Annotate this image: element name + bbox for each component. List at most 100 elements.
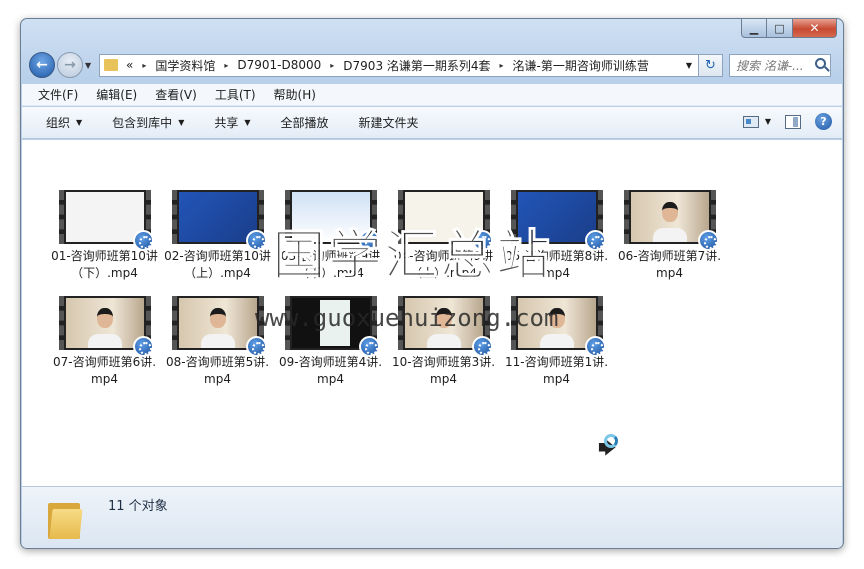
media-player-icon bbox=[132, 230, 154, 251]
maximize-button[interactable]: □ bbox=[767, 19, 793, 38]
media-player-icon bbox=[132, 336, 154, 357]
video-thumbnail bbox=[284, 296, 380, 357]
file-name: 08-咨询师班第5讲.mp4 bbox=[165, 355, 270, 386]
item-count: 11 个对象 bbox=[108, 499, 168, 514]
caret-down-icon: ▼ bbox=[76, 118, 83, 127]
file-item[interactable]: 05-咨询师班第8讲.mp4 bbox=[500, 190, 613, 282]
preview-pane-icon[interactable] bbox=[785, 114, 801, 129]
file-name: 03-咨询师班第9讲（下）.mp4 bbox=[280, 249, 381, 280]
breadcrumb-item[interactable]: D7901-D8000 bbox=[237, 58, 321, 72]
media-player-icon bbox=[358, 336, 380, 357]
file-item[interactable]: 10-咨询师班第3讲.mp4 bbox=[387, 296, 500, 388]
forward-button[interactable]: → bbox=[57, 52, 83, 78]
video-thumbnail bbox=[171, 190, 267, 251]
file-name: 05-咨询师班第8讲.mp4 bbox=[504, 249, 609, 280]
breadcrumb-item[interactable]: D7903 洺谦第一期系列4套 bbox=[343, 57, 490, 74]
breadcrumb-separator-icon[interactable]: ▸ bbox=[500, 61, 504, 70]
media-player-icon bbox=[584, 230, 606, 251]
file-name: 06-咨询师班第7讲.mp4 bbox=[617, 249, 722, 280]
organize-label: 组织 bbox=[46, 116, 71, 130]
video-thumbnail bbox=[397, 190, 493, 251]
search-placeholder: 搜索 洺谦-... bbox=[736, 58, 804, 73]
breadcrumb-overflow[interactable]: « bbox=[126, 58, 133, 72]
video-thumbnail bbox=[284, 190, 380, 251]
media-player-icon bbox=[245, 336, 267, 357]
file-item[interactable]: 11-咨询师班第1讲.mp4 bbox=[500, 296, 613, 388]
view-controls: ▼ ? bbox=[742, 113, 832, 130]
window-controls: ▁ □ ✕ bbox=[741, 19, 837, 38]
explorer-window: ▁ □ ✕ ← → ▼ « ▸ 国学资料馆 ▸ D7901-D8000 ▸ D7… bbox=[20, 18, 844, 549]
share-button[interactable]: 共享 ▼ bbox=[214, 114, 250, 131]
breadcrumb-separator-icon[interactable]: ▸ bbox=[330, 61, 334, 70]
large-folder-icon bbox=[48, 499, 83, 539]
caret-down-icon: ▼ bbox=[178, 118, 185, 127]
video-thumbnail bbox=[397, 296, 493, 357]
media-player-icon bbox=[584, 336, 606, 357]
file-item[interactable]: 06-咨询师班第7讲.mp4 bbox=[613, 190, 726, 282]
file-name: 02-咨询师班第10讲（上）.mp4 bbox=[164, 249, 271, 280]
breadcrumb-item[interactable]: 洺谦-第一期咨询师训练营 bbox=[513, 57, 649, 74]
file-item[interactable]: 04-咨询师班第9讲（上）.mp4 bbox=[387, 190, 500, 282]
file-item[interactable]: 07-咨询师班第6讲.mp4 bbox=[48, 296, 161, 388]
breadcrumb-item[interactable]: 国学资料馆 bbox=[155, 57, 215, 74]
menu-tools[interactable]: 工具(T) bbox=[215, 86, 256, 103]
refresh-button[interactable]: ↻ bbox=[699, 53, 723, 77]
address-dropdown-icon[interactable]: ▼ bbox=[686, 61, 692, 70]
file-name: 07-咨询师班第6讲.mp4 bbox=[52, 355, 157, 386]
file-name: 04-咨询师班第9讲（上）.mp4 bbox=[393, 249, 494, 280]
search-input[interactable]: 搜索 洺谦-... bbox=[729, 53, 831, 77]
file-name: 11-咨询师班第1讲.mp4 bbox=[504, 355, 609, 386]
history-dropdown-icon[interactable]: ▼ bbox=[85, 61, 95, 70]
details-pane: 11 个对象 bbox=[22, 486, 842, 548]
menu-bar: 文件(F) 编辑(E) 查看(V) 工具(T) 帮助(H) bbox=[22, 84, 842, 106]
new-folder-button[interactable]: 新建文件夹 bbox=[359, 114, 419, 131]
file-name: 09-咨询师班第4讲.mp4 bbox=[278, 355, 383, 386]
busy-spinner-icon bbox=[604, 434, 618, 448]
back-button[interactable]: ← bbox=[29, 52, 55, 78]
file-item[interactable]: 09-咨询师班第4讲.mp4 bbox=[274, 296, 387, 388]
menu-view[interactable]: 查看(V) bbox=[155, 86, 197, 103]
video-thumbnail bbox=[58, 296, 154, 357]
video-thumbnail bbox=[58, 190, 154, 251]
menu-edit[interactable]: 编辑(E) bbox=[96, 86, 137, 103]
file-item[interactable]: 08-咨询师班第5讲.mp4 bbox=[161, 296, 274, 388]
menu-file[interactable]: 文件(F) bbox=[38, 86, 78, 103]
play-all-button[interactable]: 全部播放 bbox=[281, 114, 329, 131]
file-item[interactable]: 01-咨询师班第10讲（下）.mp4 bbox=[48, 190, 161, 282]
include-library-button[interactable]: 包含到库中 ▼ bbox=[112, 114, 184, 131]
change-view-icon[interactable] bbox=[742, 115, 759, 128]
video-thumbnail bbox=[510, 190, 606, 251]
file-name: 01-咨询师班第10讲（下）.mp4 bbox=[51, 249, 158, 280]
video-thumbnail bbox=[623, 190, 719, 251]
search-icon[interactable] bbox=[815, 57, 826, 69]
media-player-icon bbox=[471, 230, 493, 251]
minimize-button[interactable]: ▁ bbox=[741, 19, 767, 38]
menu-help[interactable]: 帮助(H) bbox=[274, 86, 316, 103]
organize-button[interactable]: 组织 ▼ bbox=[46, 114, 82, 131]
breadcrumb-separator-icon[interactable]: ▸ bbox=[224, 61, 228, 70]
video-thumbnail bbox=[171, 296, 267, 357]
close-button[interactable]: ✕ bbox=[793, 19, 837, 38]
caret-down-icon: ▼ bbox=[244, 118, 251, 127]
command-bar: 组织 ▼ 包含到库中 ▼ 共享 ▼ 全部播放 新建文件夹 ▼ ? bbox=[22, 107, 842, 139]
breadcrumb-separator-icon[interactable]: ▸ bbox=[142, 61, 146, 70]
help-icon[interactable]: ? bbox=[815, 113, 832, 130]
media-player-icon bbox=[471, 336, 493, 357]
play-all-label: 全部播放 bbox=[280, 116, 329, 130]
media-player-icon bbox=[697, 230, 719, 251]
address-row: ← → ▼ « ▸ 国学资料馆 ▸ D7901-D8000 ▸ D7903 洺谦… bbox=[29, 51, 835, 79]
file-list-area[interactable]: 01-咨询师班第10讲（下）.mp4 02-咨询师班第10讲（上）.mp4 03-咨… bbox=[22, 140, 842, 486]
media-player-icon bbox=[245, 230, 267, 251]
file-name: 10-咨询师班第3讲.mp4 bbox=[391, 355, 496, 386]
address-bar[interactable]: « ▸ 国学资料馆 ▸ D7901-D8000 ▸ D7903 洺谦第一期系列4… bbox=[99, 53, 699, 77]
file-item[interactable]: 02-咨询师班第10讲（上）.mp4 bbox=[161, 190, 274, 282]
video-thumbnail bbox=[510, 296, 606, 357]
folder-icon bbox=[104, 59, 118, 71]
share-label: 共享 bbox=[214, 116, 239, 130]
file-grid: 01-咨询师班第10讲（下）.mp4 02-咨询师班第10讲（上）.mp4 03-咨… bbox=[48, 190, 838, 388]
new-folder-label: 新建文件夹 bbox=[358, 116, 419, 130]
media-player-icon bbox=[358, 230, 380, 251]
include-library-label: 包含到库中 bbox=[112, 116, 173, 130]
view-caret-down-icon[interactable]: ▼ bbox=[765, 117, 771, 126]
file-item[interactable]: 03-咨询师班第9讲（下）.mp4 bbox=[274, 190, 387, 282]
